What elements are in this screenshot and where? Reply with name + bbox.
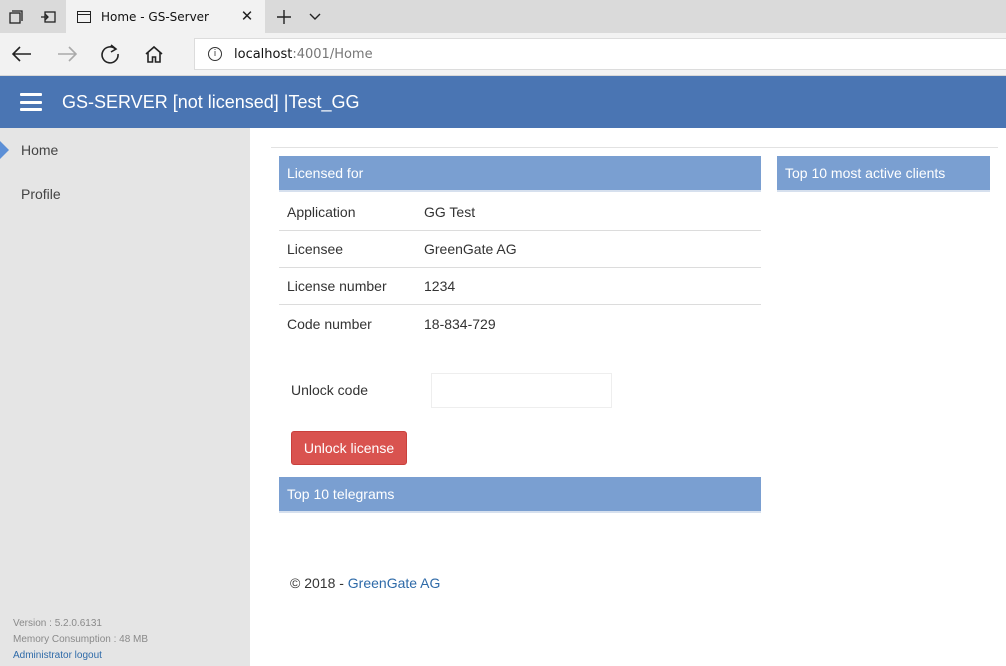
hamburger-menu-icon[interactable] — [20, 93, 42, 111]
version-text: Version : 5.2.0.6131 — [13, 618, 102, 629]
unlock-code-label: Unlock code — [291, 382, 369, 398]
app-header: GS-SERVER [not licensed] |Test_GG — [0, 76, 1006, 128]
home-icon — [145, 45, 163, 63]
page-icon — [77, 10, 91, 23]
address-bar[interactable]: i localhost:4001/Home — [194, 38, 1006, 70]
unlock-code-input[interactable] — [431, 373, 612, 408]
row-value: GG Test — [424, 204, 476, 220]
sidebar-item-label: Profile — [21, 186, 61, 202]
admin-logout-link[interactable]: Administrator logout — [13, 648, 148, 664]
table-row: License number 1234 — [279, 268, 761, 305]
row-value: GreenGate AG — [424, 241, 517, 257]
sidebar-item-home[interactable]: Home — [0, 128, 250, 172]
refresh-icon — [101, 44, 119, 64]
licensed-for-heading: Licensed for — [279, 156, 761, 192]
sidebar-item-label: Home — [21, 142, 59, 158]
site-info-icon[interactable]: i — [208, 47, 222, 61]
sidebar-item-profile[interactable]: Profile — [0, 172, 250, 216]
memory-text: Memory Consumption : 48 MB — [13, 634, 149, 645]
home-button[interactable] — [137, 37, 171, 71]
row-key: Application — [287, 204, 356, 220]
top-clients-heading: Top 10 most active clients — [777, 156, 990, 192]
sidebar: Home Profile Version : 5.2.0.6131 Memory… — [0, 128, 250, 666]
refresh-button[interactable] — [93, 37, 127, 71]
content-divider — [271, 147, 998, 148]
address-host: localhost — [234, 46, 293, 62]
plus-icon — [277, 9, 291, 24]
tab-list-dropdown[interactable] — [300, 0, 330, 33]
row-key: Licensee — [287, 241, 344, 257]
tab-preview-icon[interactable] — [0, 0, 32, 33]
row-value: 1234 — [424, 278, 456, 294]
greengate-link[interactable]: GreenGate AG — [348, 575, 441, 591]
back-button[interactable] — [5, 37, 39, 71]
browser-nav-bar: i localhost:4001/Home — [0, 33, 1006, 76]
browser-tab-active[interactable]: Home - GS-Server ✕ — [66, 0, 265, 33]
row-key: Code number — [287, 315, 372, 332]
tab-title: Home - GS-Server — [101, 9, 209, 24]
unlock-license-button[interactable]: Unlock license — [291, 431, 407, 465]
sidebar-footer: Version : 5.2.0.6131 Memory Consumption … — [13, 616, 148, 664]
browser-tab-bar: Home - GS-Server ✕ — [0, 0, 1006, 33]
table-row: Code number 18-834-729 — [279, 305, 761, 342]
chevron-down-icon — [309, 13, 321, 20]
copyright-text: © 2018 - — [290, 575, 348, 591]
back-arrow-icon — [12, 46, 31, 62]
license-table: Application GG Test Licensee GreenGate A… — [279, 194, 761, 342]
top-telegrams-heading: Top 10 telegrams — [279, 477, 761, 513]
forward-arrow-icon — [58, 46, 77, 62]
app-title: GS-SERVER [not licensed] |Test_GG — [62, 91, 360, 112]
footer-copyright: © 2018 - GreenGate AG — [290, 575, 440, 591]
close-tab-icon[interactable]: ✕ — [239, 7, 255, 25]
forward-button[interactable] — [50, 37, 84, 71]
new-tab-button[interactable] — [268, 0, 300, 33]
top-clients-title: Top 10 most active clients — [785, 165, 946, 181]
address-path: :4001/Home — [292, 46, 373, 62]
row-value: 18-834-729 — [424, 315, 496, 332]
licensed-for-title: Licensed for — [287, 165, 364, 181]
row-key: License number — [287, 278, 387, 294]
top-telegrams-title: Top 10 telegrams — [287, 486, 395, 502]
table-row: Licensee GreenGate AG — [279, 231, 761, 268]
set-tabs-aside-icon[interactable] — [32, 0, 64, 33]
table-row: Application GG Test — [279, 194, 761, 231]
